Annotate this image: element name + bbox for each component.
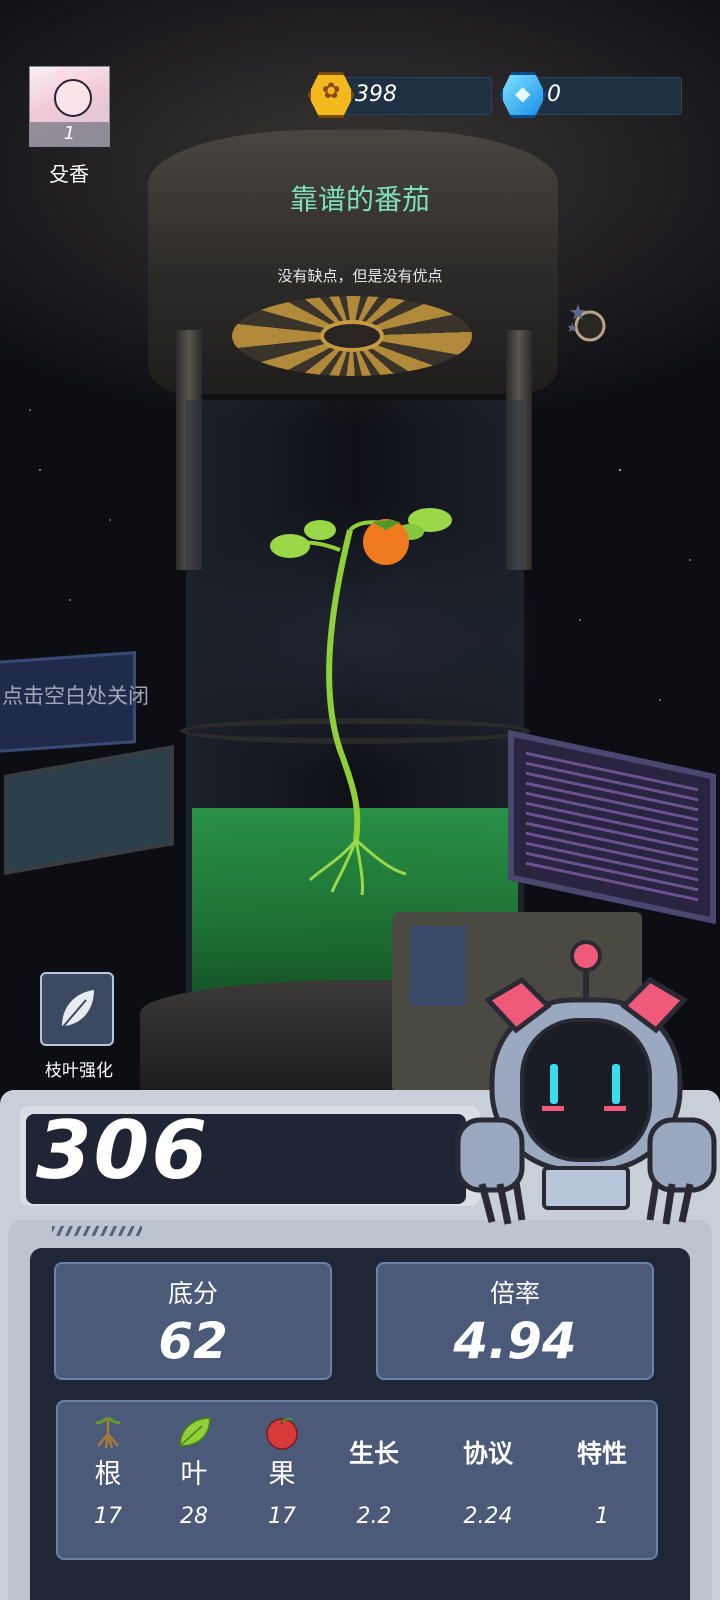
coin-counter[interactable]: 398 [338,77,492,115]
breakdown-leaf: 叶 28 [144,1402,244,1562]
breakdown-protocol: 协议 2.24 [462,1439,513,1529]
coin-value: 398 [355,82,397,107]
breakdown-fruit: 果 17 [232,1402,332,1562]
base-score-value: 62 [158,1312,228,1370]
base-score-card: 底分 62 [54,1262,332,1380]
tap-to-close-hint: 点击空白处关闭 [2,684,149,708]
leaf-icon [61,990,94,1029]
tomato-plant [270,508,452,896]
leaf-left [270,534,310,558]
skill-label: 枝叶强化 [45,1061,113,1081]
player-level: 1 [30,122,109,146]
fruit-icon [266,1417,298,1450]
chamber-vent [232,296,472,376]
plant-roots [308,838,407,896]
plant-title: 靠谱的番茄 [289,183,430,216]
multiplier-label: 倍率 [489,1279,540,1308]
breakdown-trait: 特性 1 [576,1439,627,1529]
gem-counter[interactable]: 0 [530,77,682,115]
breakdown-root: 根 17 [58,1402,158,1562]
leaf-top-left [304,520,336,540]
multiplier-card: 倍率 4.94 [376,1262,654,1380]
branch-leaf-boost-button[interactable] [40,972,114,1046]
total-score: 306 [36,1104,209,1197]
decorative-stripes [52,1226,142,1236]
plant-description: 没有缺点，但是没有优点 [277,267,443,285]
robot-mascot [455,940,717,1225]
score-breakdown: 根 17 叶 28 果 17 生长 2.2 协议 2.24 特性 1 [56,1400,658,1560]
player-avatar[interactable]: 1 [29,66,110,147]
star-rating-icon[interactable] [566,302,606,342]
multiplier-value: 4.94 [453,1312,577,1370]
root-icon [94,1416,122,1449]
gem-value: 0 [547,82,561,107]
base-score-label: 底分 [167,1279,218,1308]
breakdown-growth: 生长 2.2 [348,1439,399,1529]
leaf-icon [179,1417,211,1447]
